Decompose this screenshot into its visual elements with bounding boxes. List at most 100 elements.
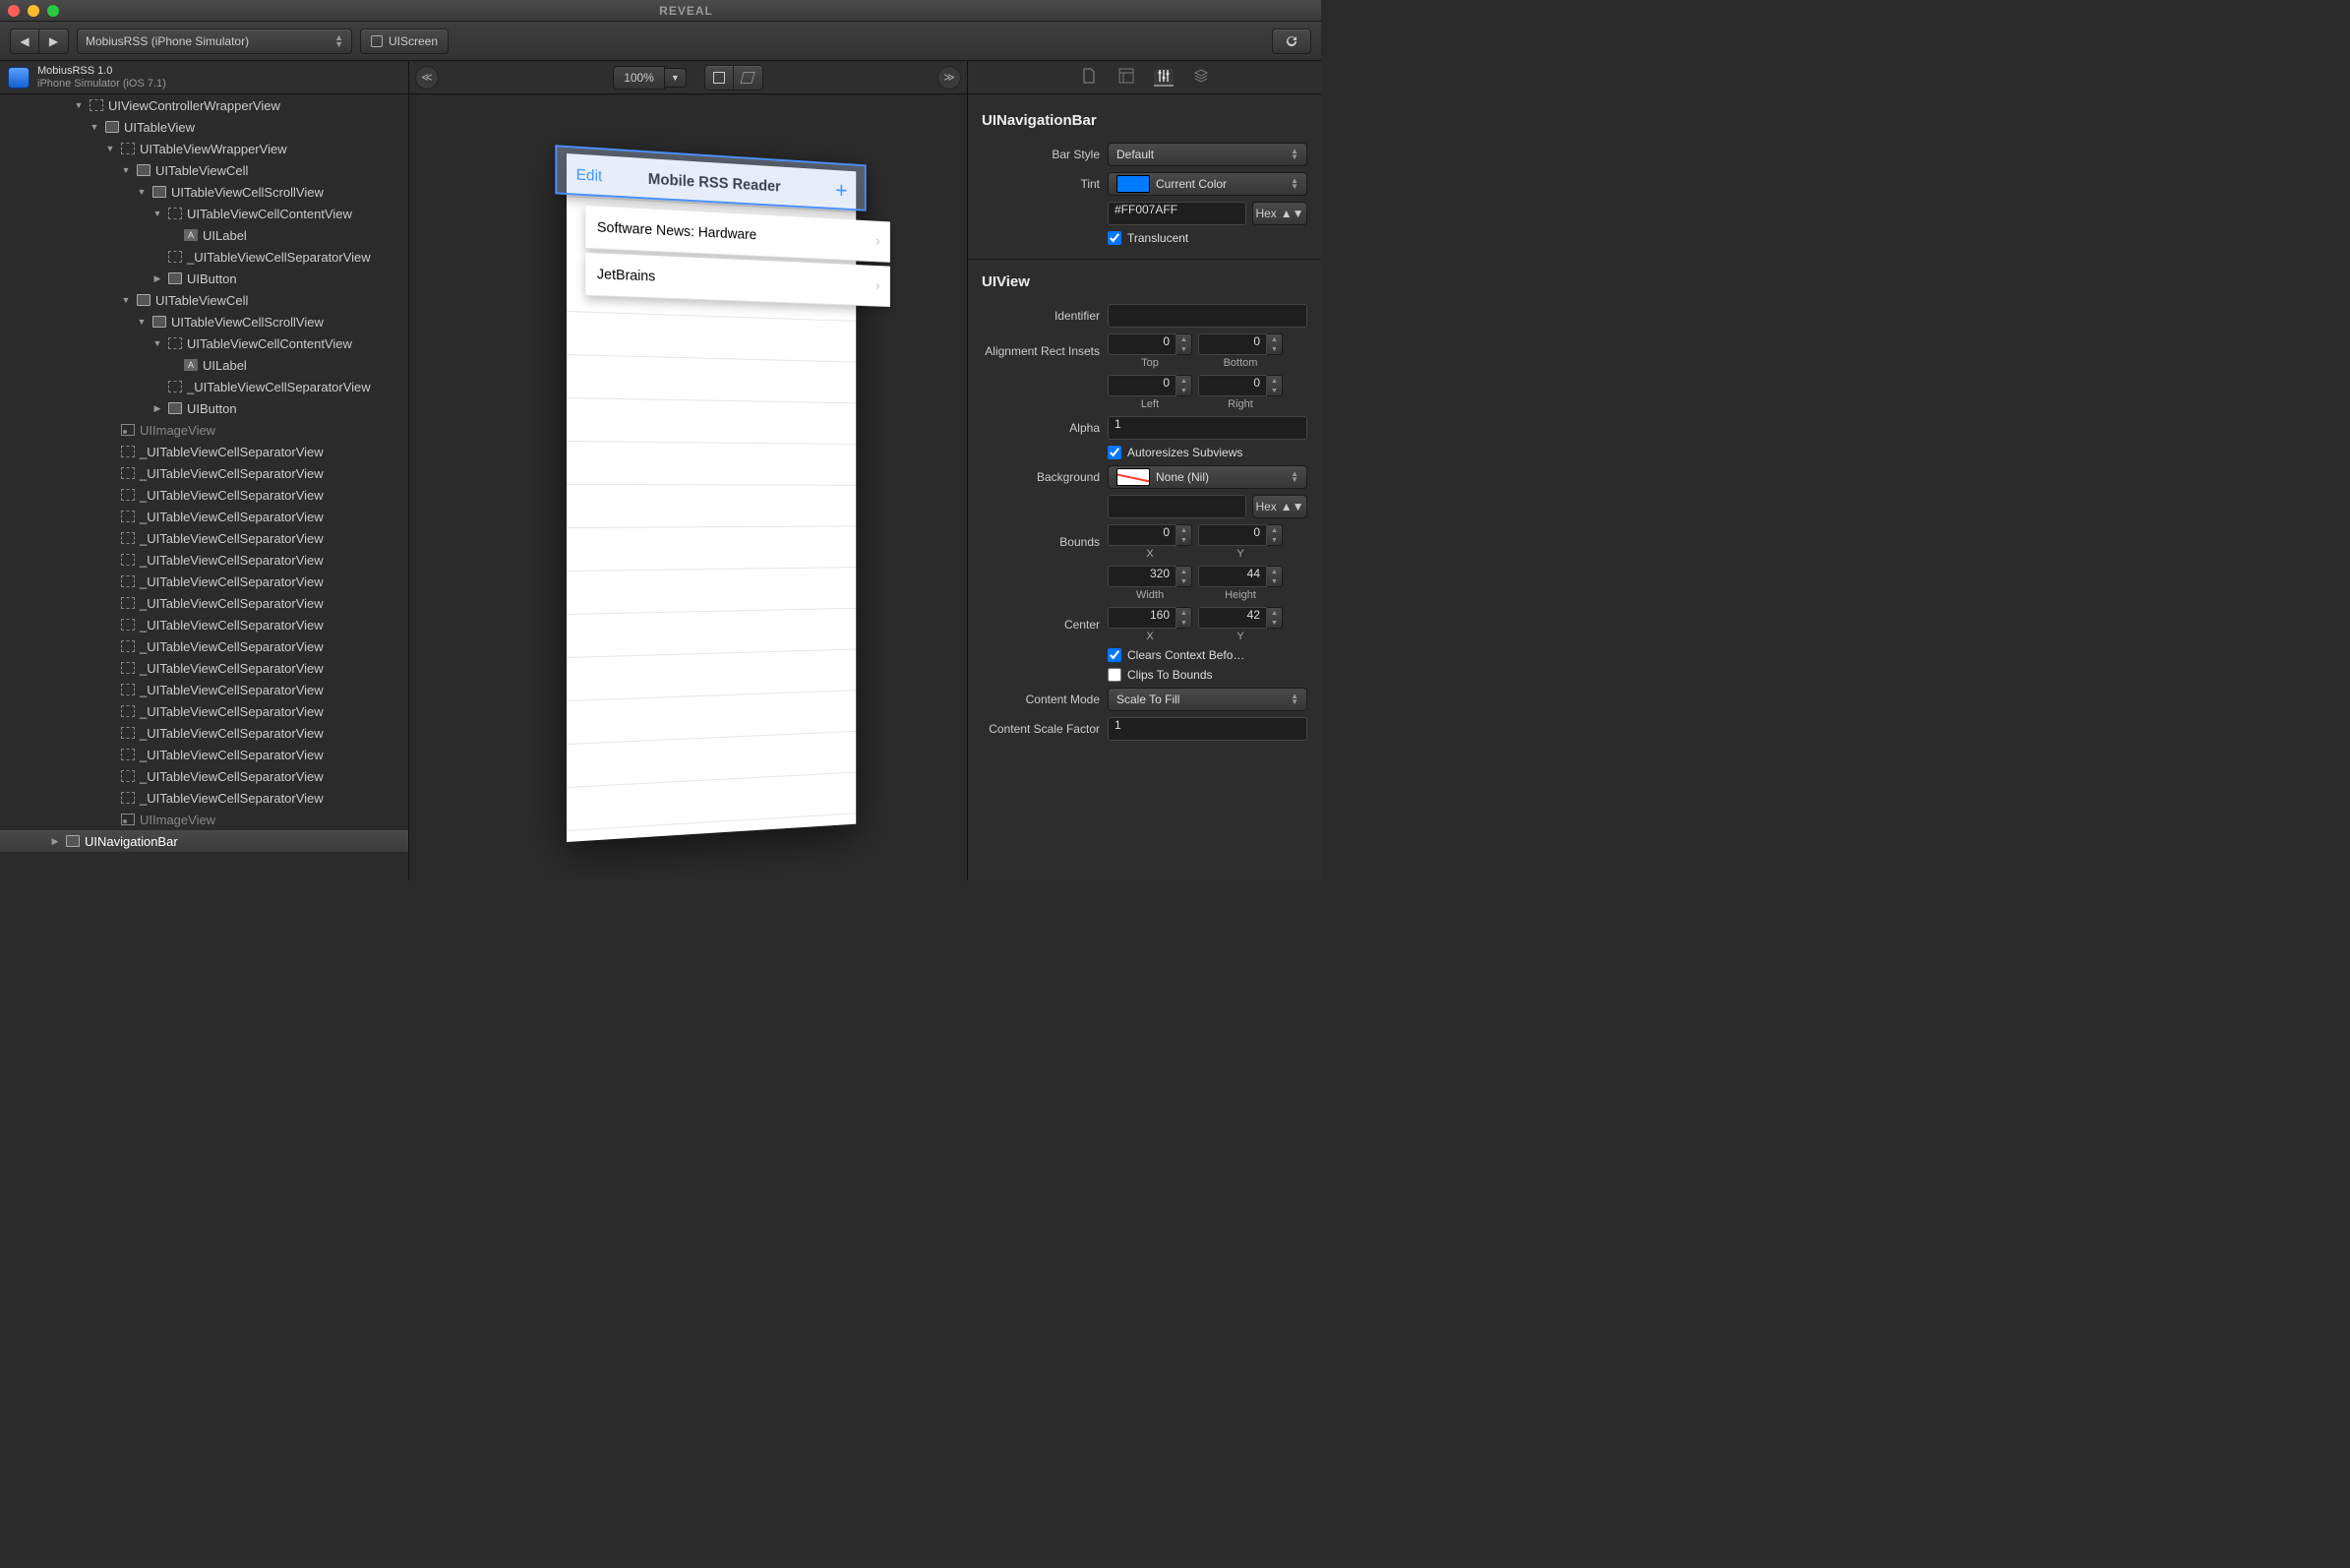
tree-row[interactable]: ▼UIViewControllerWrapperView bbox=[0, 94, 408, 116]
bar-style-dropdown[interactable]: Default▲▼ bbox=[1108, 143, 1307, 166]
tree-row[interactable]: ▼UITableViewCellContentView bbox=[0, 332, 408, 354]
translucent-checkbox[interactable]: Translucent bbox=[1108, 231, 1188, 245]
close-window-button[interactable] bbox=[8, 5, 20, 17]
disclosure-icon[interactable]: ▼ bbox=[104, 144, 116, 153]
disclosure-icon[interactable]: ▼ bbox=[73, 100, 85, 110]
tree-row[interactable]: ▼UITableView bbox=[0, 116, 408, 138]
zoom-dropdown-button[interactable]: ▼ bbox=[665, 68, 687, 88]
tree-row[interactable]: _UITableViewCellSeparatorView bbox=[0, 571, 408, 592]
stepper[interactable]: ▲▼ bbox=[1267, 333, 1283, 355]
tree-row[interactable]: _UITableViewCellSeparatorView bbox=[0, 506, 408, 527]
clips-to-bounds-checkbox[interactable]: Clips To Bounds bbox=[1108, 668, 1213, 682]
tree-row[interactable]: _UITableViewCellSeparatorView bbox=[0, 679, 408, 700]
tree-row[interactable]: _UITableViewCellSeparatorView bbox=[0, 484, 408, 506]
stepper[interactable]: ▲▼ bbox=[1267, 566, 1283, 587]
disclosure-icon[interactable]: ▼ bbox=[151, 209, 163, 218]
disclosure-icon[interactable]: ▼ bbox=[120, 165, 132, 175]
target-selector[interactable]: MobiusRSS (iPhone Simulator) ▲▼ bbox=[77, 29, 352, 54]
zoom-window-button[interactable] bbox=[47, 5, 59, 17]
tree-row[interactable]: _UITableViewCellSeparatorView bbox=[0, 765, 408, 787]
tree-row[interactable]: _UITableViewCellSeparatorView bbox=[0, 657, 408, 679]
view-2d-button[interactable] bbox=[704, 65, 734, 90]
tree-row[interactable]: _UITableViewCellSeparatorView bbox=[0, 441, 408, 462]
minimize-window-button[interactable] bbox=[28, 5, 39, 17]
tree-row[interactable]: _UITableViewCellSeparatorView bbox=[0, 744, 408, 765]
tree-row[interactable]: ▶UIButton bbox=[0, 397, 408, 419]
disclosure-icon[interactable]: ▶ bbox=[151, 403, 163, 414]
hex-format-button[interactable]: Hex▲▼ bbox=[1252, 202, 1307, 225]
tab-identity[interactable] bbox=[1079, 69, 1099, 87]
tree-row[interactable]: AUILabel bbox=[0, 354, 408, 376]
disclosure-icon[interactable]: ▼ bbox=[136, 317, 148, 327]
refresh-button[interactable] bbox=[1272, 29, 1311, 54]
tree-row[interactable]: _UITableViewCellSeparatorView bbox=[0, 246, 408, 268]
breadcrumb-item[interactable]: UIScreen bbox=[360, 29, 449, 54]
canvas-viewport[interactable]: Edit Mobile RSS Reader + Software News: … bbox=[409, 94, 967, 880]
disclosure-icon[interactable]: ▼ bbox=[120, 295, 132, 305]
tree-row[interactable]: ▼UITableViewCell bbox=[0, 159, 408, 181]
identifier-input[interactable] bbox=[1108, 304, 1307, 328]
stepper[interactable]: ▲▼ bbox=[1176, 566, 1192, 587]
disclosure-icon[interactable]: ▼ bbox=[89, 122, 100, 132]
tree-row[interactable]: ▼UITableViewWrapperView bbox=[0, 138, 408, 159]
inset-right-input[interactable]: 0 bbox=[1198, 375, 1267, 396]
tree-row[interactable]: AUILabel bbox=[0, 224, 408, 246]
zoom-value[interactable]: 100% bbox=[613, 66, 665, 90]
inset-top-input[interactable]: 0 bbox=[1108, 333, 1176, 355]
inspector-panel[interactable]: UINavigationBar Bar Style Default▲▼ Tint… bbox=[967, 94, 1321, 880]
alpha-input[interactable]: 1 bbox=[1108, 416, 1307, 440]
background-dropdown[interactable]: None (Nil)▲▼ bbox=[1108, 465, 1307, 489]
nav-forward-button[interactable]: ▶ bbox=[39, 29, 69, 54]
collapse-left-button[interactable]: ≪ bbox=[415, 66, 439, 90]
tree-row[interactable]: _UITableViewCellSeparatorView bbox=[0, 635, 408, 657]
view-hierarchy-sidebar[interactable]: ▼UIViewControllerWrapperView ▼UITableVie… bbox=[0, 94, 409, 880]
stepper[interactable]: ▲▼ bbox=[1176, 524, 1192, 546]
stepper[interactable]: ▲▼ bbox=[1267, 607, 1283, 629]
tree-row[interactable]: _UITableViewCellSeparatorView bbox=[0, 376, 408, 397]
tint-dropdown[interactable]: Current Color▲▼ bbox=[1108, 172, 1307, 196]
stepper[interactable]: ▲▼ bbox=[1267, 375, 1283, 396]
tree-row[interactable]: _UITableViewCellSeparatorView bbox=[0, 592, 408, 614]
stepper[interactable]: ▲▼ bbox=[1176, 375, 1192, 396]
tree-row[interactable]: UIImageView bbox=[0, 809, 408, 830]
nav-back-button[interactable]: ◀ bbox=[10, 29, 39, 54]
view-3d-button[interactable] bbox=[734, 65, 763, 90]
disclosure-icon[interactable]: ▼ bbox=[136, 187, 148, 197]
inset-bottom-input[interactable]: 0 bbox=[1198, 333, 1267, 355]
disclosure-icon[interactable]: ▶ bbox=[151, 273, 163, 284]
autoresizes-checkbox[interactable]: Autoresizes Subviews bbox=[1108, 446, 1242, 459]
stepper[interactable]: ▲▼ bbox=[1176, 607, 1192, 629]
stepper[interactable]: ▲▼ bbox=[1267, 524, 1283, 546]
tree-row[interactable]: _UITableViewCellSeparatorView bbox=[0, 462, 408, 484]
tree-row[interactable]: _UITableViewCellSeparatorView bbox=[0, 722, 408, 744]
hex-format-button[interactable]: Hex▲▼ bbox=[1252, 495, 1307, 518]
tree-row[interactable]: _UITableViewCellSeparatorView bbox=[0, 614, 408, 635]
stepper[interactable]: ▲▼ bbox=[1176, 333, 1192, 355]
content-mode-dropdown[interactable]: Scale To Fill▲▼ bbox=[1108, 688, 1307, 711]
content-scale-input[interactable]: 1 bbox=[1108, 717, 1307, 741]
tree-row-selected[interactable]: ▶UINavigationBar bbox=[0, 830, 408, 852]
tree-row[interactable]: _UITableViewCellSeparatorView bbox=[0, 700, 408, 722]
bounds-x-input[interactable]: 0 bbox=[1108, 524, 1176, 546]
tree-row[interactable]: ▼UITableViewCellScrollView bbox=[0, 181, 408, 203]
inset-left-input[interactable]: 0 bbox=[1108, 375, 1176, 396]
tree-row[interactable]: _UITableViewCellSeparatorView bbox=[0, 527, 408, 549]
tree-row[interactable]: ▼UITableViewCellContentView bbox=[0, 203, 408, 224]
tab-layers[interactable] bbox=[1191, 69, 1211, 87]
clears-context-checkbox[interactable]: Clears Context Befo… bbox=[1108, 648, 1244, 662]
bounds-width-input[interactable]: 320 bbox=[1108, 566, 1176, 587]
tint-hex-input[interactable]: #FF007AFF bbox=[1108, 202, 1246, 225]
bounds-height-input[interactable]: 44 bbox=[1198, 566, 1267, 587]
collapse-right-button[interactable]: ≫ bbox=[937, 66, 961, 90]
tree-row[interactable]: ▼UITableViewCell bbox=[0, 289, 408, 311]
center-y-input[interactable]: 42 bbox=[1198, 607, 1267, 629]
disclosure-icon[interactable]: ▶ bbox=[49, 836, 61, 847]
center-x-input[interactable]: 160 bbox=[1108, 607, 1176, 629]
tree-row[interactable]: _UITableViewCellSeparatorView bbox=[0, 549, 408, 571]
tree-row[interactable]: UIImageView bbox=[0, 419, 408, 441]
background-hex-input[interactable] bbox=[1108, 495, 1246, 518]
bounds-y-input[interactable]: 0 bbox=[1198, 524, 1267, 546]
disclosure-icon[interactable]: ▼ bbox=[151, 338, 163, 348]
tab-layout[interactable] bbox=[1116, 69, 1136, 87]
tree-row[interactable]: ▼UITableViewCellScrollView bbox=[0, 311, 408, 332]
